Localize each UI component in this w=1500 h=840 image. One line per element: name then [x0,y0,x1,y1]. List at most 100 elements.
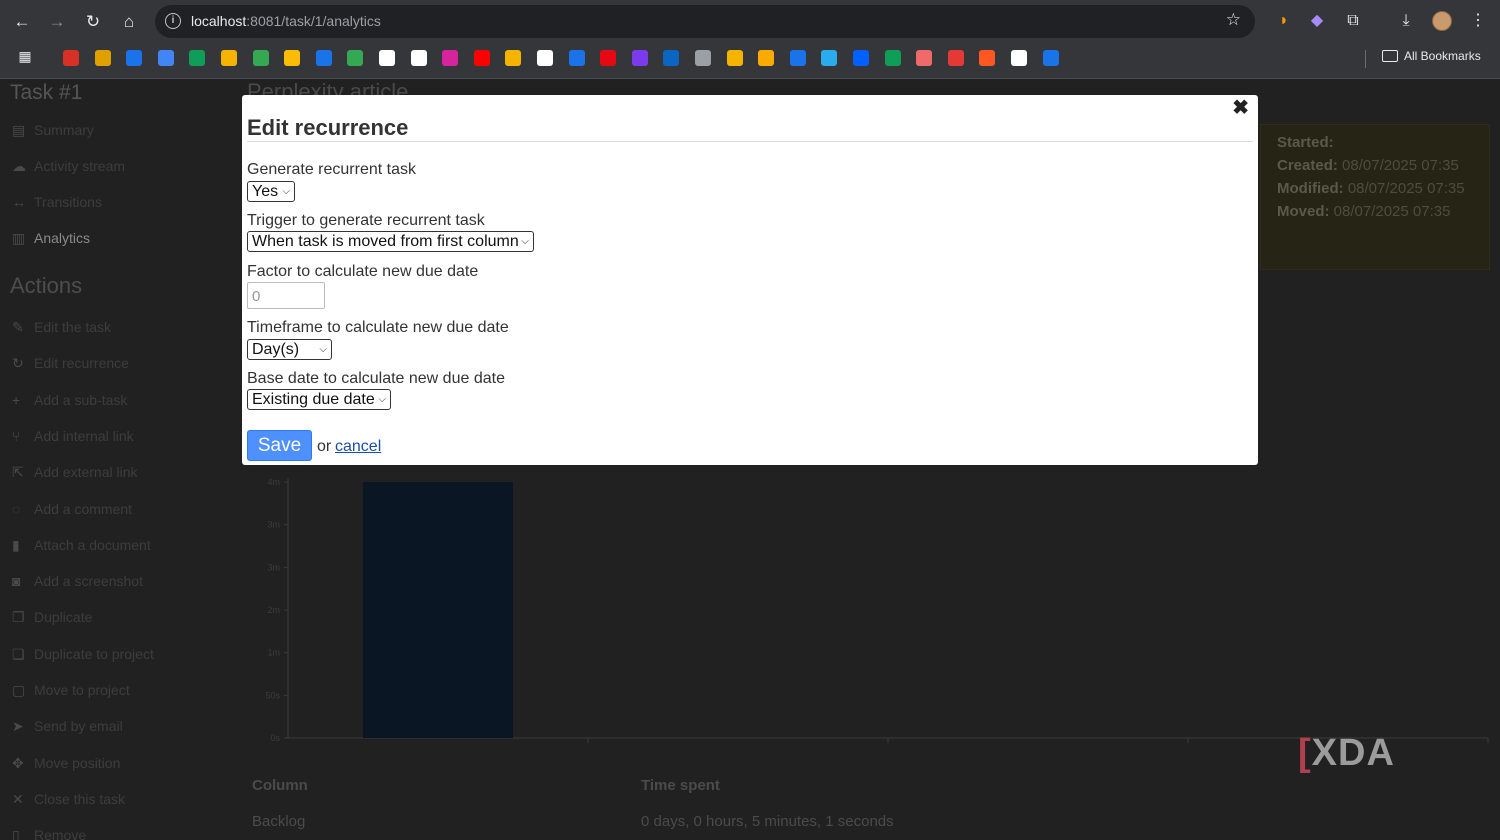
bookmark-favicon-icon[interactable] [252,50,269,66]
sidebar-item-label: Close this task [34,790,126,807]
bookmark-favicon-icon[interactable] [473,50,490,66]
bookmark-favicon-icon[interactable] [916,50,933,66]
home-icon[interactable]: ⌂ [116,9,142,35]
table-header-time-spent: Time spent [641,777,720,794]
time-spent-chart: 0s50s1m2m3m3m4mBacklogReadyWork in progr… [265,477,1489,743]
bookmark-star-icon[interactable]: ☆ [1226,10,1241,30]
kebab-menu-icon[interactable]: ⋮ [1467,10,1489,32]
bookmark-favicon-icon[interactable] [947,50,964,66]
sidebar-item-edit-recurrence[interactable]: ↻ Edit recurrence [12,355,129,372]
close-icon: ✕ [12,790,24,807]
meta-label: Created: [1277,157,1338,174]
sidebar-item-remove[interactable]: ▯ Remove [12,827,86,840]
bookmark-favicon-icon[interactable] [758,50,775,66]
y-tick-label: 1m [267,648,280,658]
base-date-select[interactable]: Existing due date ⌵ [247,389,391,410]
bookmark-favicon-icon[interactable] [789,50,806,66]
move-icon: ▢ [12,682,26,698]
sidebar-item-add-external-link[interactable]: ⇱ Add external link [12,464,138,481]
plus-icon: + [12,391,21,408]
y-tick-label: 0s [270,733,280,743]
save-button[interactable]: Save [247,430,312,461]
timeframe-select[interactable]: Day(s) ⌵ [247,339,332,360]
sidebar-item-attach-a-document[interactable]: ▮ Attach a document [12,537,151,554]
sidebar-item-duplicate[interactable]: ❐ Duplicate [12,609,92,626]
bookmark-favicon-icon[interactable] [157,50,174,66]
sidebar-item-label: Remove [34,827,87,840]
download-icon[interactable]: ⤓ [1395,10,1417,32]
sidebar-item-label: Add internal link [34,427,134,444]
extension-icon[interactable]: ◆ [1306,10,1328,32]
sidebar-item-add-a-screenshot[interactable]: ◙ Add a screenshot [12,573,143,589]
bookmark-favicon-icon[interactable] [410,50,427,66]
bookmark-favicon-icon[interactable] [315,50,332,66]
sidebar-item-analytics[interactable]: ▥ Analytics [12,230,90,247]
bookmark-favicon-icon[interactable] [663,50,680,66]
reload-icon[interactable]: ↻ [80,9,106,35]
bookmark-favicon-icon[interactable] [979,50,996,66]
generate-select[interactable]: Yes ⌵ [247,181,295,202]
sidebar-item-send-by-email[interactable]: ➤ Send by email [12,718,123,735]
sidebar-item-edit-the-task[interactable]: ✎ Edit the task [12,319,111,336]
bookmark-favicon-icon[interactable] [94,50,111,66]
extensions-puzzle-icon[interactable]: ⧉ [1342,10,1364,32]
bookmark-favicon-icon[interactable] [1011,50,1027,66]
actions-heading: Actions [10,273,83,298]
sidebar-item-move-to-project[interactable]: ▢ Move to project [12,682,130,699]
sidebar-item-add-a-sub-task[interactable]: + Add a sub-task [12,392,127,408]
sidebar-item-summary[interactable]: ▤ Summary [12,122,94,139]
sidebar-item-label: Duplicate to project [34,645,154,662]
bookmark-favicon-icon[interactable] [853,50,869,66]
extension-icon[interactable]: ◗ [1273,10,1295,32]
y-tick-label: 3m [267,562,280,572]
bookmark-favicon-icon[interactable] [505,50,522,66]
trigger-select[interactable]: When task is moved from first column ⌵ [247,231,534,252]
url-text[interactable]: localhost:8081/task/1/analytics [191,13,381,29]
bookmark-favicon-icon[interactable] [63,50,79,66]
profile-avatar[interactable] [1432,11,1452,31]
bookmark-favicon-icon[interactable] [600,50,617,66]
sidebar-item-add-a-comment[interactable]: ◌ Add a comment [12,501,132,517]
factor-input[interactable]: 0 [247,282,325,309]
cancel-link[interactable]: cancel [335,438,381,456]
bookmarks-bar: ▦ All Bookmarks [0,45,1500,71]
address-bar[interactable]: i localhost:8081/task/1/analytics ☆ [155,5,1255,38]
back-icon[interactable]: ← [9,9,35,35]
chevron-down-icon: ⌵ [282,186,290,197]
sidebar-item-duplicate-to-project[interactable]: ❏ Duplicate to project [12,646,154,663]
bookmark-favicon-icon[interactable] [537,50,553,66]
forward-icon[interactable]: → [44,9,70,35]
copy-icon: ❏ [12,645,25,662]
bookmark-favicon-icon[interactable] [379,50,395,66]
table-header-column: Column [252,777,308,794]
trigger-label: Trigger to generate recurrent task [247,212,485,229]
meta-value: 08/07/2025 07:35 [1347,180,1465,197]
bookmark-favicon-icon[interactable] [726,50,743,66]
bookmark-favicon-icon[interactable] [189,50,206,66]
bookmark-favicon-icon[interactable] [821,50,838,66]
bookmark-favicon-icon[interactable] [126,50,143,66]
sidebar-item-label: Add a screenshot [34,573,143,590]
sidebar-item-move-position[interactable]: ✥ Move position [12,755,120,772]
bookmark-favicon-icon[interactable] [347,50,364,66]
bookmark-favicon-icon[interactable] [1042,50,1059,66]
meta-line: Modified: 08/07/2025 07:35 [1277,177,1473,200]
sidebar-item-add-internal-link[interactable]: ⑂ Add internal link [12,428,134,444]
sidebar-item-transitions[interactable]: ↔ Transitions [12,194,102,210]
chevron-down-icon: ⌵ [319,344,327,355]
bookmark-favicon-icon[interactable] [695,50,711,66]
bookmark-favicon-icon[interactable] [884,50,901,66]
sidebar-item-activity-stream[interactable]: ☁ Activity stream [12,158,125,175]
site-info-icon[interactable]: i [165,13,181,29]
bookmark-favicon-icon[interactable] [442,50,459,66]
bookmark-favicon-icon[interactable] [631,50,648,66]
bookmark-favicon-icon[interactable] [221,50,237,66]
bookmark-favicon-icon[interactable] [568,50,585,66]
transitions-icon: ↔ [12,194,26,210]
bookmark-favicon-icon[interactable] [284,50,301,66]
edit-recurrence-modal: ✖ Edit recurrence Generate recurrent tas… [242,95,1258,465]
apps-grid-icon[interactable]: ▦ [14,45,36,67]
close-icon[interactable]: ✖ [1232,95,1249,120]
sidebar-item-close-this-task[interactable]: ✕ Close this task [12,791,125,808]
all-bookmarks-button[interactable]: All Bookmarks [1382,49,1481,63]
